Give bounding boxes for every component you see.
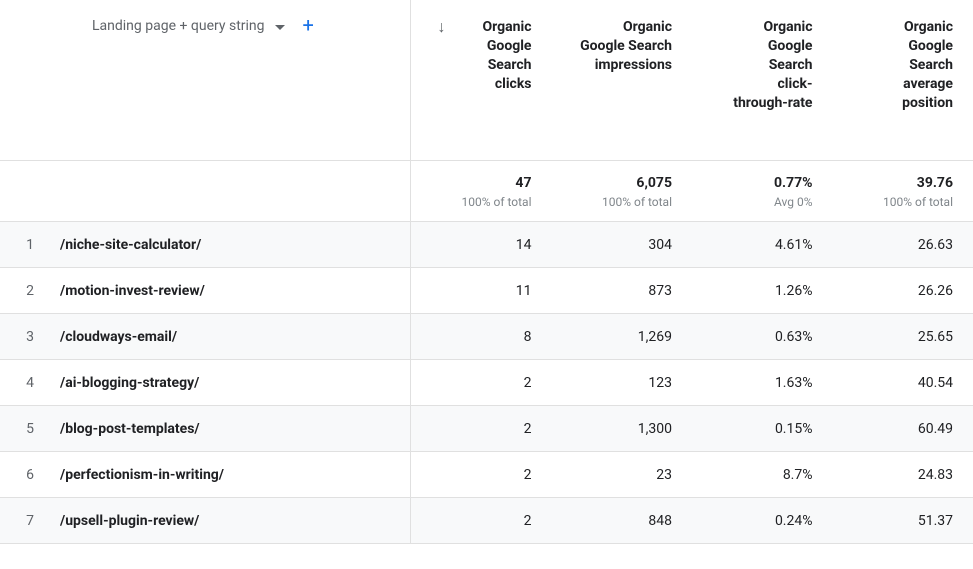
metric-cell: 848: [552, 513, 693, 529]
row-page-path[interactable]: /niche-site-calculator/: [60, 237, 410, 253]
metric-cell: 873: [552, 283, 693, 299]
metric-cell: 26.26: [833, 283, 973, 299]
row-page-path[interactable]: /ai-blogging-strategy/: [60, 375, 410, 391]
row-metrics: 2238.7%24.83: [410, 452, 973, 497]
row-index: 3: [0, 329, 60, 345]
row-page-path[interactable]: /upsell-plugin-review/: [60, 513, 410, 529]
metric-label-text: Organic Google Search click-through-rate: [733, 18, 813, 112]
metric-cell: 8.7%: [692, 467, 833, 483]
row-metrics: 118731.26%26.26: [410, 268, 973, 313]
table-header-row: Landing page + query string + ↓ Organic …: [0, 0, 973, 161]
row-index: 6: [0, 467, 60, 483]
metric-cell: 0.15%: [692, 421, 833, 437]
row-index: 1: [0, 237, 60, 253]
metric-cell: 1.63%: [692, 375, 833, 391]
metric-cell: 14: [411, 237, 552, 253]
metric-cell: 2: [411, 375, 552, 391]
metric-cell: 25.65: [833, 329, 973, 345]
metric-cell: 1,300: [552, 421, 693, 437]
sort-descending-icon: ↓: [438, 19, 446, 35]
metric-cell: 123: [552, 375, 693, 391]
total-cell-position: 39.76 100% of total: [833, 161, 973, 221]
table-body: 1/niche-site-calculator/143044.61%26.632…: [0, 222, 973, 544]
metric-col-impressions[interactable]: Organic Google Search impressions: [552, 0, 693, 160]
metric-cell: 2: [411, 421, 552, 437]
dimension-label: Landing page + query string: [92, 18, 265, 34]
table-row[interactable]: 7/upsell-plugin-review/28480.24%51.37: [0, 498, 973, 544]
row-metrics: 28480.24%51.37: [410, 498, 973, 543]
metric-cell: 11: [411, 283, 552, 299]
total-cell-impressions: 6,075 100% of total: [552, 161, 693, 221]
metric-headers: ↓ Organic Google Search clicks Organic G…: [410, 0, 973, 160]
metric-cell: 51.37: [833, 513, 973, 529]
chevron-down-icon: [275, 25, 285, 30]
metric-label-text: Organic Google Search clicks: [452, 18, 532, 94]
metric-cell: 1.26%: [692, 283, 833, 299]
row-metrics: 21,3000.15%60.49: [410, 406, 973, 451]
metric-label-text: Organic Google Search average position: [873, 18, 953, 112]
metric-cell: 304: [552, 237, 693, 253]
row-metrics: 21231.63%40.54: [410, 360, 973, 405]
row-index: 7: [0, 513, 60, 529]
table-row[interactable]: 5/blog-post-templates/21,3000.15%60.49: [0, 406, 973, 452]
row-metrics: 143044.61%26.63: [410, 222, 973, 267]
table-row[interactable]: 1/niche-site-calculator/143044.61%26.63: [0, 222, 973, 268]
metric-cell: 1,269: [552, 329, 693, 345]
totals-row: 47 100% of total 6,075 100% of total 0.7…: [0, 161, 973, 222]
analytics-table: Landing page + query string + ↓ Organic …: [0, 0, 973, 544]
table-row[interactable]: 3/cloudways-email/81,2690.63%25.65: [0, 314, 973, 360]
metric-cell: 0.63%: [692, 329, 833, 345]
metric-cell: 24.83: [833, 467, 973, 483]
row-index: 2: [0, 283, 60, 299]
metric-cell: 40.54: [833, 375, 973, 391]
total-cell-ctr: 0.77% Avg 0%: [692, 161, 833, 221]
table-row[interactable]: 2/motion-invest-review/118731.26%26.26: [0, 268, 973, 314]
metric-col-position[interactable]: Organic Google Search average position: [833, 0, 973, 160]
metric-cell: 26.63: [833, 237, 973, 253]
row-page-path[interactable]: /cloudways-email/: [60, 329, 410, 345]
metric-col-ctr[interactable]: Organic Google Search click-through-rate: [692, 0, 833, 160]
metric-col-clicks[interactable]: ↓ Organic Google Search clicks: [411, 0, 552, 160]
row-index: 4: [0, 375, 60, 391]
add-dimension-button[interactable]: +: [303, 18, 314, 32]
metric-cell: 60.49: [833, 421, 973, 437]
metric-cell: 2: [411, 467, 552, 483]
row-page-path[interactable]: /perfectionism-in-writing/: [60, 467, 410, 483]
total-cell-clicks: 47 100% of total: [411, 161, 552, 221]
metric-cell: 4.61%: [692, 237, 833, 253]
row-page-path[interactable]: /blog-post-templates/: [60, 421, 410, 437]
row-page-path[interactable]: /motion-invest-review/: [60, 283, 410, 299]
metric-cell: 2: [411, 513, 552, 529]
metric-cell: 8: [411, 329, 552, 345]
metric-cell: 23: [552, 467, 693, 483]
table-row[interactable]: 6/perfectionism-in-writing/2238.7%24.83: [0, 452, 973, 498]
metric-cell: 0.24%: [692, 513, 833, 529]
dimension-header[interactable]: Landing page + query string +: [0, 0, 410, 160]
metric-label-text: Organic Google Search impressions: [577, 18, 672, 75]
row-index: 5: [0, 421, 60, 437]
row-metrics: 81,2690.63%25.65: [410, 314, 973, 359]
table-row[interactable]: 4/ai-blogging-strategy/21231.63%40.54: [0, 360, 973, 406]
